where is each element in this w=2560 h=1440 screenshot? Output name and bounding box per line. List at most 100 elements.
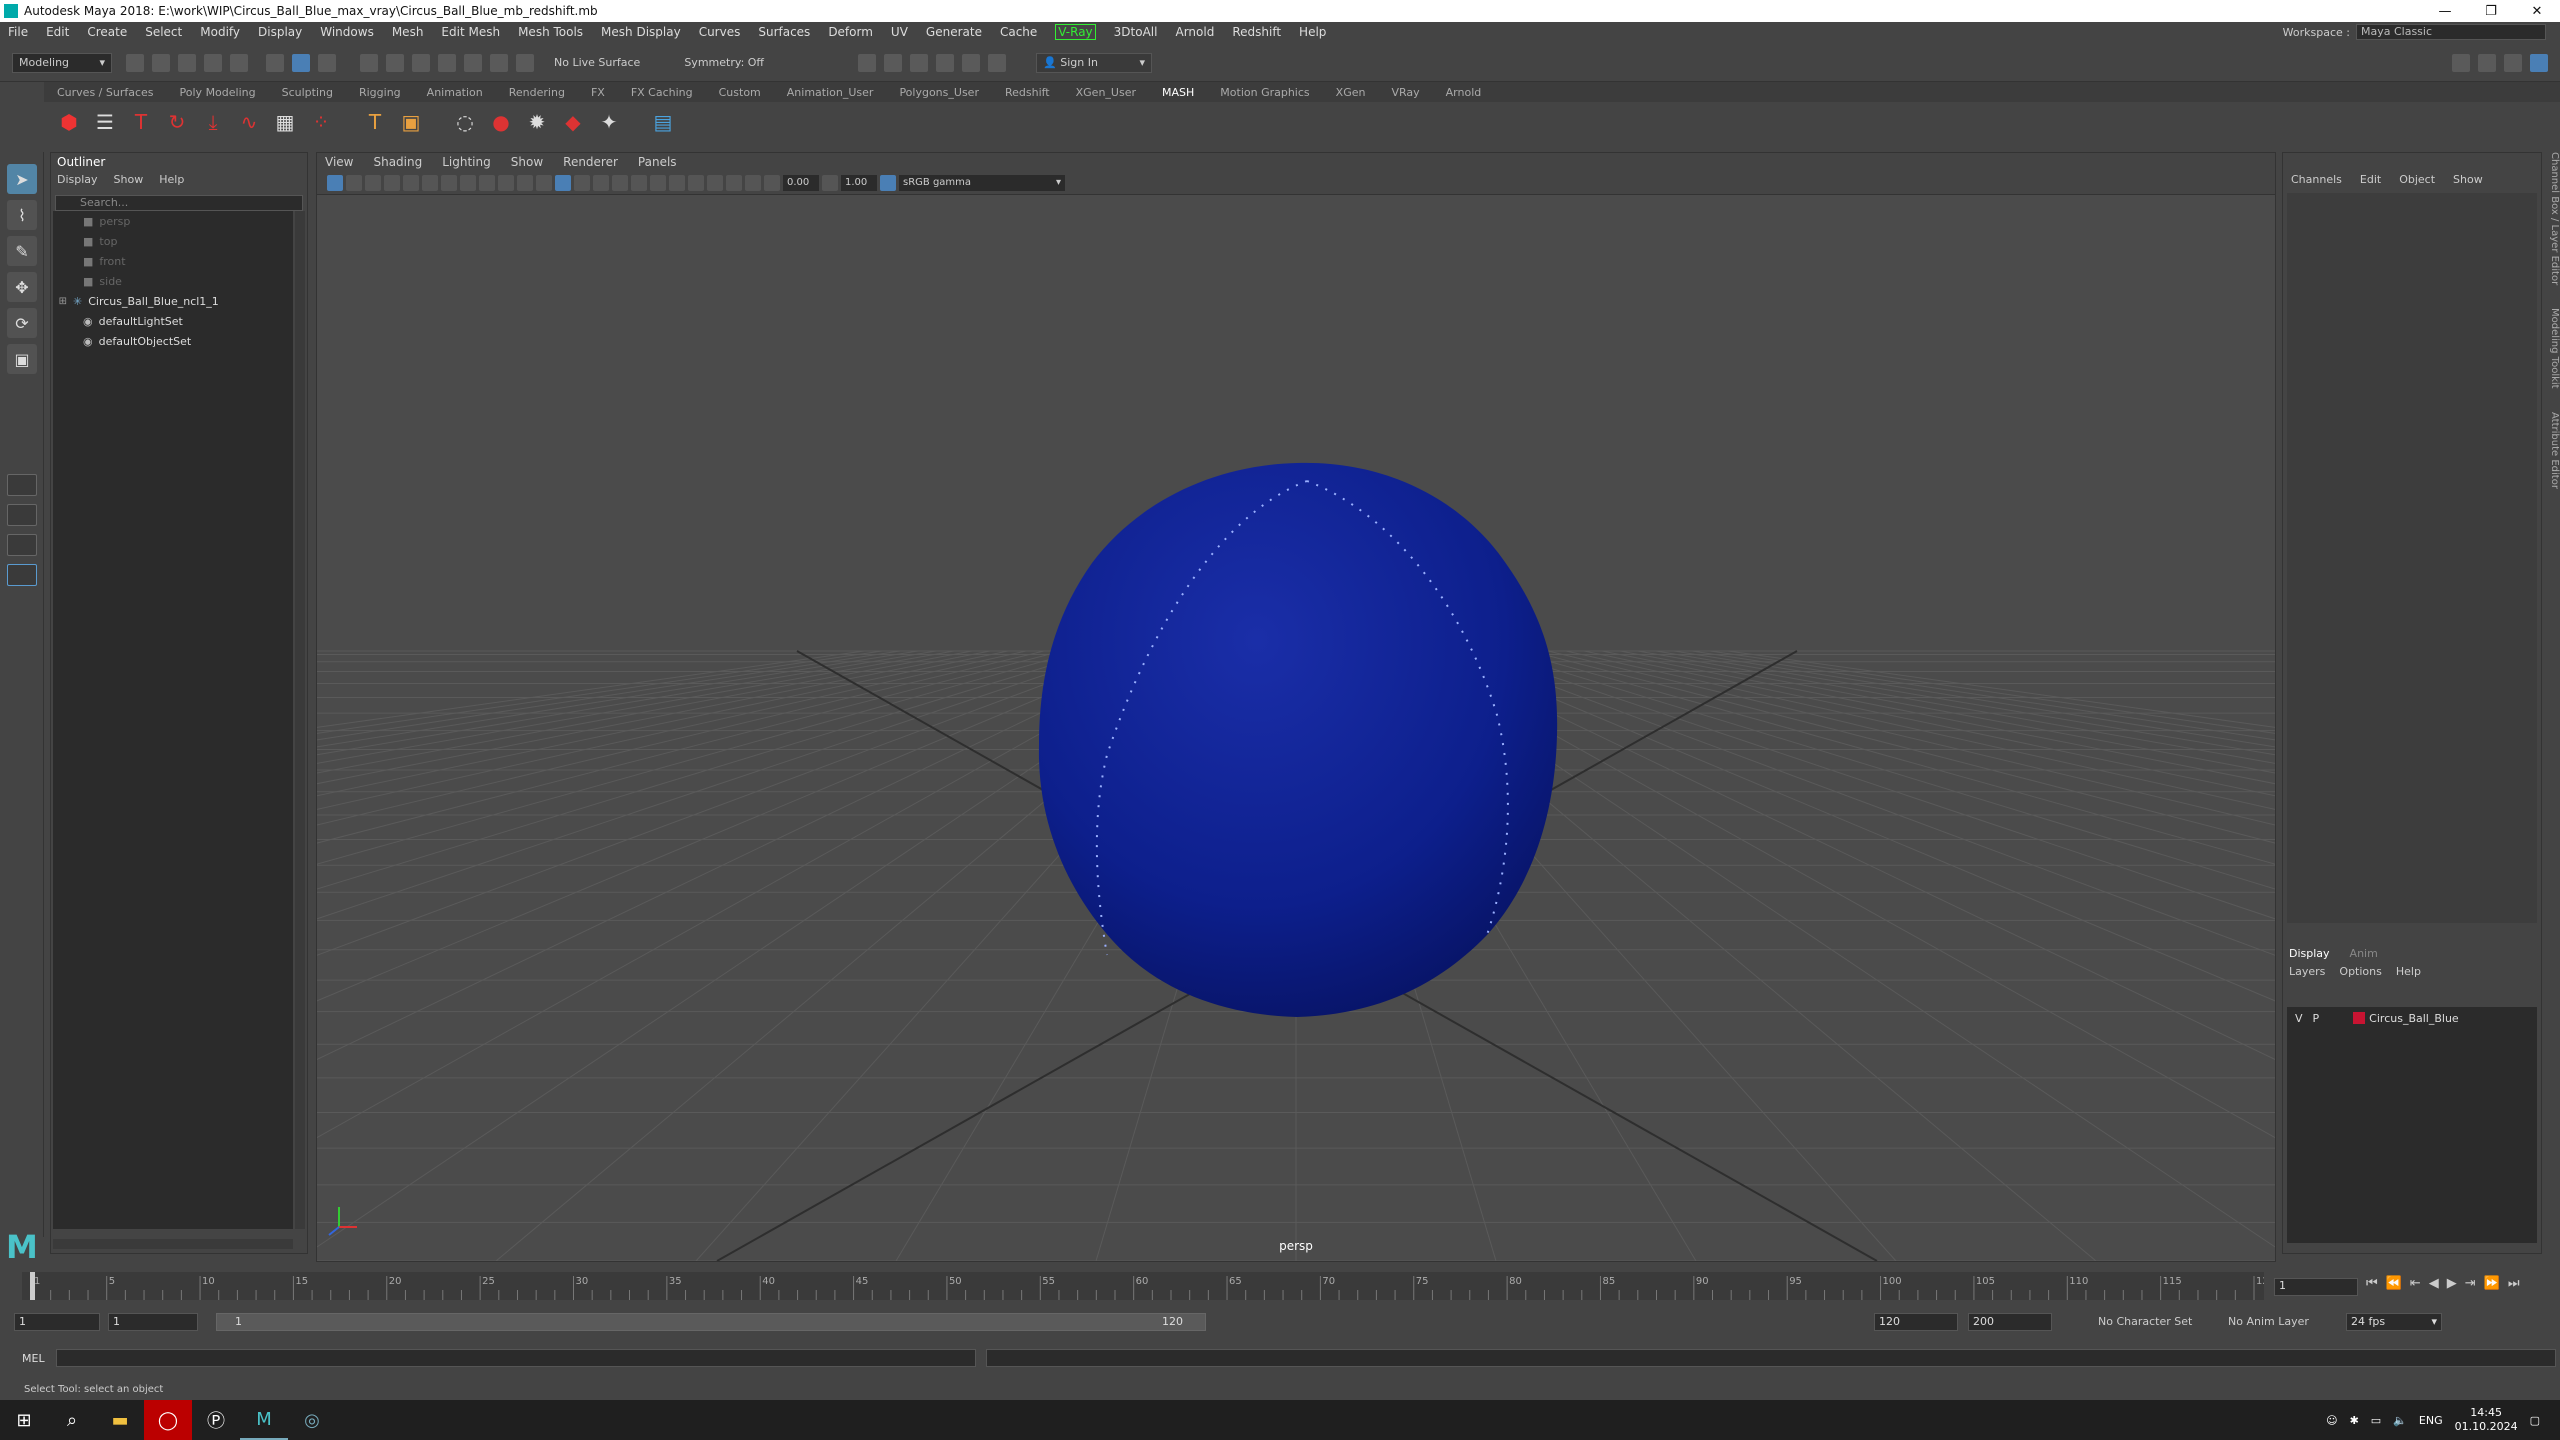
snap-curve-icon[interactable] xyxy=(386,53,404,72)
play-forwards-icon[interactable]: ▶ xyxy=(2447,1276,2457,1291)
menu-uv[interactable]: UV xyxy=(891,25,908,39)
select-camera-icon[interactable] xyxy=(327,174,343,191)
isolate-select-icon[interactable] xyxy=(707,174,723,191)
layer-tab-anim[interactable]: Anim xyxy=(2350,947,2378,960)
shelf-tab-polygons-user[interactable]: Polygons_User xyxy=(886,86,992,99)
scale-tool-icon[interactable]: ▣ xyxy=(7,344,37,374)
live-surface-label[interactable]: No Live Surface xyxy=(554,56,640,69)
mash-outliner-icon[interactable]: ☰ xyxy=(92,109,118,135)
viewport-menu-show[interactable]: Show xyxy=(511,155,543,169)
shelf-tab-xgen[interactable]: XGen xyxy=(1323,86,1379,99)
layer-row[interactable]: V P Circus_Ball_Blue xyxy=(2287,1007,2537,1029)
menu-deform[interactable]: Deform xyxy=(828,25,873,39)
open-scene-icon[interactable] xyxy=(152,53,170,72)
anti-aliasing-icon[interactable] xyxy=(688,174,704,191)
menu-edit[interactable]: Edit xyxy=(46,25,69,39)
go-to-end-icon[interactable]: ⏭ xyxy=(2508,1276,2520,1291)
rotate-tool-icon[interactable]: ⟳ xyxy=(7,308,37,338)
type-tool-icon[interactable]: T xyxy=(362,109,388,135)
step-forward-frame-icon[interactable]: ⇥ xyxy=(2465,1276,2476,1291)
shelf-tab-redshift[interactable]: Redshift xyxy=(992,86,1063,99)
lasso-tool-icon[interactable]: ⌇ xyxy=(7,200,37,230)
render-frame-icon[interactable] xyxy=(884,53,903,72)
gamma-field[interactable]: 1.00 xyxy=(841,174,877,191)
go-to-start-icon[interactable]: ⏮ xyxy=(2366,1276,2378,1291)
snap-live-icon[interactable] xyxy=(490,53,508,72)
color-management-icon[interactable] xyxy=(880,174,896,191)
channel-menu-channels[interactable]: Channels xyxy=(2291,173,2342,189)
gamma-icon[interactable] xyxy=(822,174,838,191)
step-forward-key-icon[interactable]: ⏩ xyxy=(2484,1276,2500,1291)
outliner-scrollbar-h[interactable] xyxy=(53,1239,293,1249)
layer-name[interactable]: Circus_Ball_Blue xyxy=(2369,1012,2459,1025)
menu-3dtoall[interactable]: 3DtoAll xyxy=(1114,25,1158,39)
snap-point-icon[interactable] xyxy=(412,53,430,72)
menu-file[interactable]: File xyxy=(8,25,28,39)
menu-mesh-tools[interactable]: Mesh Tools xyxy=(518,25,583,39)
layer-tab-display[interactable]: Display xyxy=(2289,947,2330,960)
channel-menu-object[interactable]: Object xyxy=(2399,173,2435,189)
motion-blur-icon[interactable] xyxy=(669,174,685,191)
fps-dropdown[interactable]: 24 fps ▾ xyxy=(2346,1313,2442,1331)
layer-menu-help[interactable]: Help xyxy=(2396,965,2421,978)
move-tool-icon[interactable]: ✥ xyxy=(7,272,37,302)
menu-surfaces[interactable]: Surfaces xyxy=(758,25,810,39)
menu-windows[interactable]: Windows xyxy=(320,25,374,39)
save-scene-icon[interactable] xyxy=(178,53,196,72)
circus-ball-mesh[interactable] xyxy=(1038,462,1558,1017)
use-all-lights-icon[interactable] xyxy=(612,174,628,191)
p-app-icon[interactable]: Ⓟ xyxy=(192,1400,240,1440)
step-back-key-icon[interactable]: ⏪ xyxy=(2386,1276,2402,1291)
safe-action-icon[interactable] xyxy=(498,174,514,191)
shelf-tab-custom[interactable]: Custom xyxy=(706,86,774,99)
shelf-tab-arnold[interactable]: Arnold xyxy=(1433,86,1495,99)
mash-points-icon[interactable]: ⁘ xyxy=(308,109,334,135)
film-gate-icon[interactable] xyxy=(422,174,438,191)
bookmark-icon[interactable] xyxy=(365,174,381,191)
menu-select[interactable]: Select xyxy=(145,25,182,39)
menu-edit-mesh[interactable]: Edit Mesh xyxy=(441,25,500,39)
menu-arnold[interactable]: Arnold xyxy=(1175,25,1214,39)
menu-modify[interactable]: Modify xyxy=(200,25,240,39)
search-icon[interactable]: ⌕ xyxy=(48,1400,96,1440)
grid-toggle-icon[interactable] xyxy=(403,174,419,191)
tray-people-icon[interactable]: ☺ xyxy=(2326,1414,2337,1427)
gate-mask-icon[interactable] xyxy=(460,174,476,191)
menu-display[interactable]: Display xyxy=(258,25,302,39)
default-material-icon[interactable] xyxy=(574,174,590,191)
shelf-tab-rendering[interactable]: Rendering xyxy=(496,86,578,99)
exposure-icon[interactable] xyxy=(764,174,780,191)
command-input[interactable] xyxy=(56,1349,976,1367)
exposure-field[interactable]: 0.00 xyxy=(783,174,819,191)
snap-grid-icon[interactable] xyxy=(360,53,378,72)
mash-drop-icon[interactable]: ⤓ xyxy=(200,109,226,135)
shelf-tab-rigging[interactable]: Rigging xyxy=(346,86,414,99)
mash-blast-icon[interactable]: ✹ xyxy=(524,109,550,135)
windows-start-icon[interactable]: ⊞ xyxy=(0,1400,48,1440)
paint-select-tool-icon[interactable]: ✎ xyxy=(7,236,37,266)
resolution-gate-icon[interactable] xyxy=(441,174,457,191)
channel-menu-edit[interactable]: Edit xyxy=(2360,173,2381,189)
render-pause-icon[interactable] xyxy=(988,53,1007,72)
snap-rotate-icon[interactable] xyxy=(516,53,534,72)
symmetry-dropdown[interactable]: Symmetry: Off xyxy=(684,56,764,69)
mash-world-icon[interactable]: ● xyxy=(488,109,514,135)
layer-menu-layers[interactable]: Layers xyxy=(2289,965,2325,978)
anim-layer-dropdown[interactable]: No Anim Layer xyxy=(2228,1315,2309,1328)
modeling-toolkit-icon[interactable] xyxy=(2452,53,2470,72)
xray-icon[interactable] xyxy=(726,174,742,191)
playback-end-field[interactable]: 120 xyxy=(1874,1313,1958,1331)
ambient-occlusion-icon[interactable] xyxy=(650,174,666,191)
outliner-persp-layout-icon[interactable] xyxy=(7,564,37,586)
shadows-icon[interactable] xyxy=(631,174,647,191)
hypershade-icon[interactable] xyxy=(962,53,981,72)
colorspace-dropdown[interactable]: sRGB gamma ▾ xyxy=(899,174,1065,191)
persp-outliner-layout-icon[interactable] xyxy=(7,534,37,556)
select-object-icon[interactable] xyxy=(292,53,310,72)
shelf-tab-fx-caching[interactable]: FX Caching xyxy=(618,86,706,99)
select-component-icon[interactable] xyxy=(318,53,336,72)
flight-icon[interactable]: ◌ xyxy=(452,109,478,135)
mash-repro-icon[interactable]: ✦ xyxy=(596,109,622,135)
viewport-panel[interactable]: View Shading Lighting Show Renderer Pane… xyxy=(316,152,2276,1262)
outliner-item[interactable]: ■ side xyxy=(53,271,293,291)
